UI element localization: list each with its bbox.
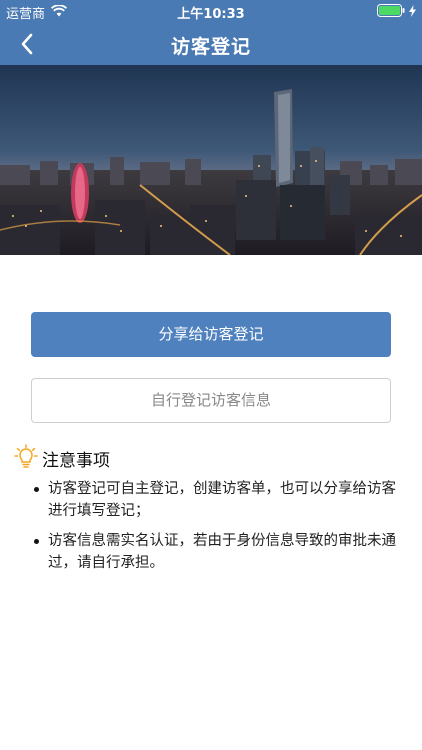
notice-item: 访客登记可自主登记，创建访客单，也可以分享给访客进行填写登记； [34,478,404,522]
battery-icon [377,4,405,21]
notice-title: 注意事项 [42,450,110,471]
page-title: 访客登记 [170,36,251,58]
city-skyline-banner [0,65,422,255]
bolt-icon [409,4,416,21]
status-bar: 运营商 上午10:33 [0,0,422,22]
notice-item: 访客信息需实名认证，若由于身份信息导致的审批未通过，请自行承担。 [34,530,404,574]
notice-list: 访客登记可自主登记，创建访客单，也可以分享给访客进行填写登记； 访客信息需实名认… [14,478,404,574]
visitor-registration-screen: 运营商 上午10:33 访客登记 分享给访客登记 自行登记访客信息 注意事项 访… [0,0,422,750]
self-register-button[interactable]: 自行登记访客信息 [31,378,391,423]
navigation-bar: 访客登记 [0,22,422,65]
share-to-visitor-button[interactable]: 分享给访客登记 [31,312,391,357]
status-time: 上午10:33 [177,7,245,22]
lightbulb-icon [14,444,38,472]
notice-header: 注意事项 [14,444,404,472]
notice-section: 注意事项 访客登记可自主登记，创建访客单，也可以分享给访客进行填写登记； 访客信… [14,444,404,582]
status-right [377,4,416,21]
